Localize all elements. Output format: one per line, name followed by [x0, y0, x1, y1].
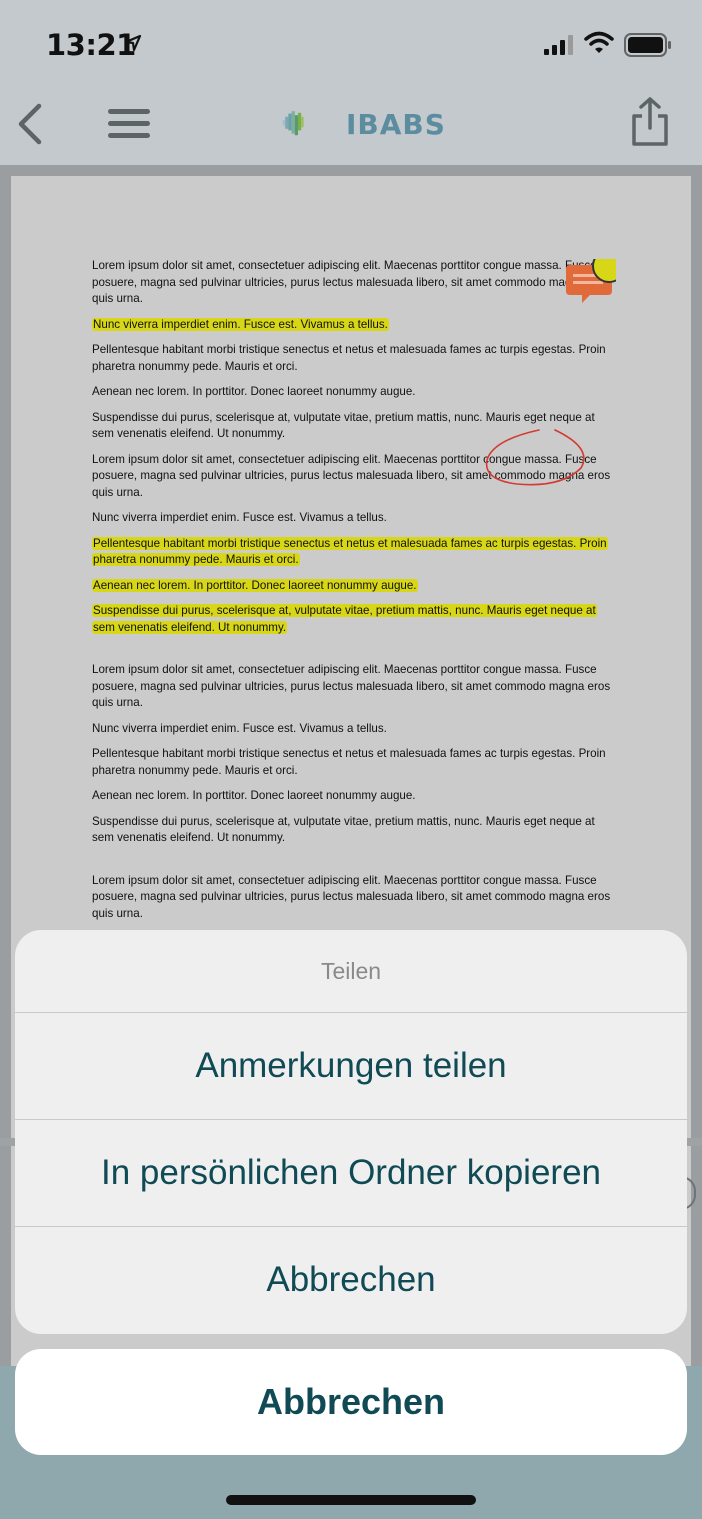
highlighted-text[interactable]: Suspendisse dui purus, scelerisque at, v… — [92, 604, 597, 634]
back-chevron-icon[interactable] — [12, 100, 52, 150]
cancel-button[interactable]: Abbrechen — [15, 1349, 687, 1455]
highlighted-text[interactable]: Pellentesque habitant morbi tristique se… — [92, 536, 608, 566]
top-bar: 13:21 IBABS — [0, 0, 702, 166]
paragraph: Nunc viverra imperdiet enim. Fusce est. … — [92, 721, 387, 735]
highlighted-text[interactable]: Aenean nec lorem. In porttitor. Donec la… — [92, 578, 418, 592]
location-arrow-icon — [124, 34, 142, 52]
paragraph: Nunc viverra imperdiet enim. Fusce est. … — [92, 317, 612, 334]
paragraph: Aenean nec lorem. In porttitor. Donec la… — [92, 578, 612, 595]
home-indicator[interactable] — [226, 1495, 476, 1505]
sheet-cancel-option-button[interactable]: Abbrechen — [15, 1227, 687, 1333]
paragraph: Suspendisse dui purus, scelerisque at, v… — [92, 603, 612, 636]
action-sheet-title: Teilen — [15, 930, 687, 1013]
status-time: 13:21 — [46, 28, 136, 62]
freehand-circle-annotation[interactable] — [481, 424, 593, 490]
paragraph: Pellentesque habitant morbi tristique se… — [92, 747, 606, 777]
share-icon[interactable] — [628, 96, 672, 148]
wifi-icon — [584, 31, 614, 53]
highlighted-text[interactable]: Nunc viverra imperdiet enim. Fusce est. … — [92, 317, 389, 331]
paragraph: Nunc viverra imperdiet enim. Fusce est. … — [92, 511, 387, 524]
menu-icon[interactable] — [108, 106, 152, 142]
share-annotations-button[interactable]: Anmerkungen teilen — [15, 1013, 687, 1120]
battery-icon — [624, 33, 671, 57]
action-sheet: Teilen Anmerkungen teilen In persönliche… — [15, 930, 687, 1334]
cellular-signal-icon — [544, 35, 573, 55]
paragraph: Lorem ipsum dolor sit amet, consectetuer… — [92, 259, 611, 305]
ibabs-logo-icon — [282, 111, 304, 136]
paragraph: Suspendisse dui purus, scelerisque at, v… — [92, 814, 595, 845]
paragraph: Pellentesque habitant morbi tristique se… — [92, 343, 606, 373]
comment-note-icon[interactable] — [564, 259, 616, 309]
paragraph: Aenean nec lorem. In porttitor. Donec la… — [92, 789, 416, 802]
document-text: Lorem ipsum dolor sit amet, consectetuer… — [92, 258, 612, 931]
paragraph: Pellentesque habitant morbi tristique se… — [92, 536, 612, 569]
paragraph: Lorem ipsum dolor sit amet, consectetuer… — [92, 873, 611, 920]
copy-to-personal-folder-button[interactable]: In persönlichen Ordner kopieren — [15, 1120, 687, 1227]
paragraph: Lorem ipsum dolor sit amet, consectetuer… — [92, 663, 611, 709]
paragraph: Aenean nec lorem. In porttitor. Donec la… — [92, 385, 416, 398]
logo-text: IBABS — [346, 108, 446, 141]
